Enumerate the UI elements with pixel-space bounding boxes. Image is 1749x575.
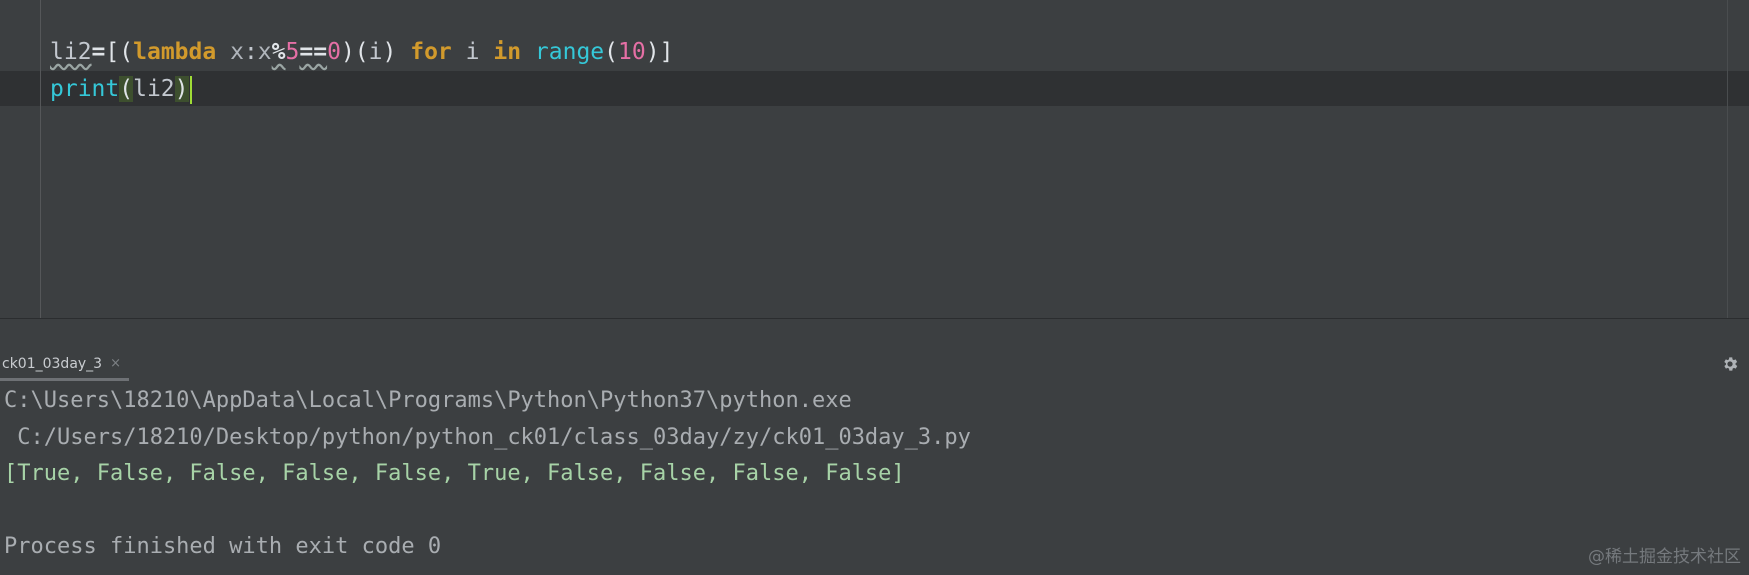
tool-window-divider[interactable] <box>0 318 1749 349</box>
token-colon: : <box>243 39 258 65</box>
gutter-divider <box>40 0 41 318</box>
console-line: C:\Users\18210\AppData\Local\Programs\Py… <box>4 388 852 413</box>
token-paren: ) <box>645 39 660 65</box>
gear-icon[interactable] <box>1721 355 1739 373</box>
token-paren: ( <box>119 39 134 65</box>
close-icon[interactable]: × <box>110 356 121 371</box>
token-keyword-in: in <box>493 39 522 65</box>
token-number: 0 <box>327 39 341 65</box>
token-paren: ) <box>382 39 397 65</box>
code-editor[interactable]: li2=[(lambda x:x%5==0)(i) for i in range… <box>0 0 1749 318</box>
token-paren: ( <box>354 39 369 65</box>
watermark: @稀土掘金技术社区 <box>1588 547 1741 567</box>
token-modulo: % <box>271 39 286 65</box>
code-line-1[interactable]: li2=[(lambda x:x%5==0)(i) for i in range… <box>50 34 673 70</box>
token-number: 5 <box>285 39 300 65</box>
token-bracket: [ <box>105 39 120 65</box>
token-keyword-lambda: lambda <box>133 39 217 65</box>
token-arg: i <box>368 39 383 65</box>
console-line-result: [True, False, False, False, False, True,… <box>4 461 905 486</box>
token-paren-match: ( <box>119 76 134 102</box>
console-output[interactable]: C:\Users\18210\AppData\Local\Programs\Py… <box>4 383 1739 566</box>
run-tab-label: ck01_03day_3 <box>2 355 103 372</box>
run-tab[interactable]: ck01_03day_3 × <box>0 349 129 381</box>
token-loop-var: i <box>465 39 480 65</box>
token-number: 10 <box>618 39 646 65</box>
token-paren: ( <box>604 39 619 65</box>
token-builtin-range: range <box>534 39 605 65</box>
token-assign: = <box>91 39 106 65</box>
token-paren-match: ) <box>174 76 189 102</box>
console-line: C:/Users/18210/Desktop/python/python_ck0… <box>4 424 971 450</box>
token-arg: li2 <box>133 76 175 102</box>
current-line-highlight <box>0 71 1749 106</box>
token-x: x <box>257 39 272 65</box>
token-variable: li2 <box>50 39 92 65</box>
token-keyword-for: for <box>410 39 452 65</box>
right-margin-guide <box>1727 0 1728 318</box>
token-param: x <box>230 39 244 65</box>
token-paren: ) <box>340 39 355 65</box>
text-caret <box>189 75 192 104</box>
token-bracket: ] <box>659 39 674 65</box>
token-equals: == <box>299 39 328 65</box>
console-line-exit: Process finished with exit code 0 <box>4 534 442 559</box>
run-panel: ck01_03day_3 × C:\Users\18210\AppData\Lo… <box>0 349 1749 575</box>
token-builtin-print: print <box>50 76 120 102</box>
code-line-2[interactable]: print(li2) <box>50 71 192 107</box>
